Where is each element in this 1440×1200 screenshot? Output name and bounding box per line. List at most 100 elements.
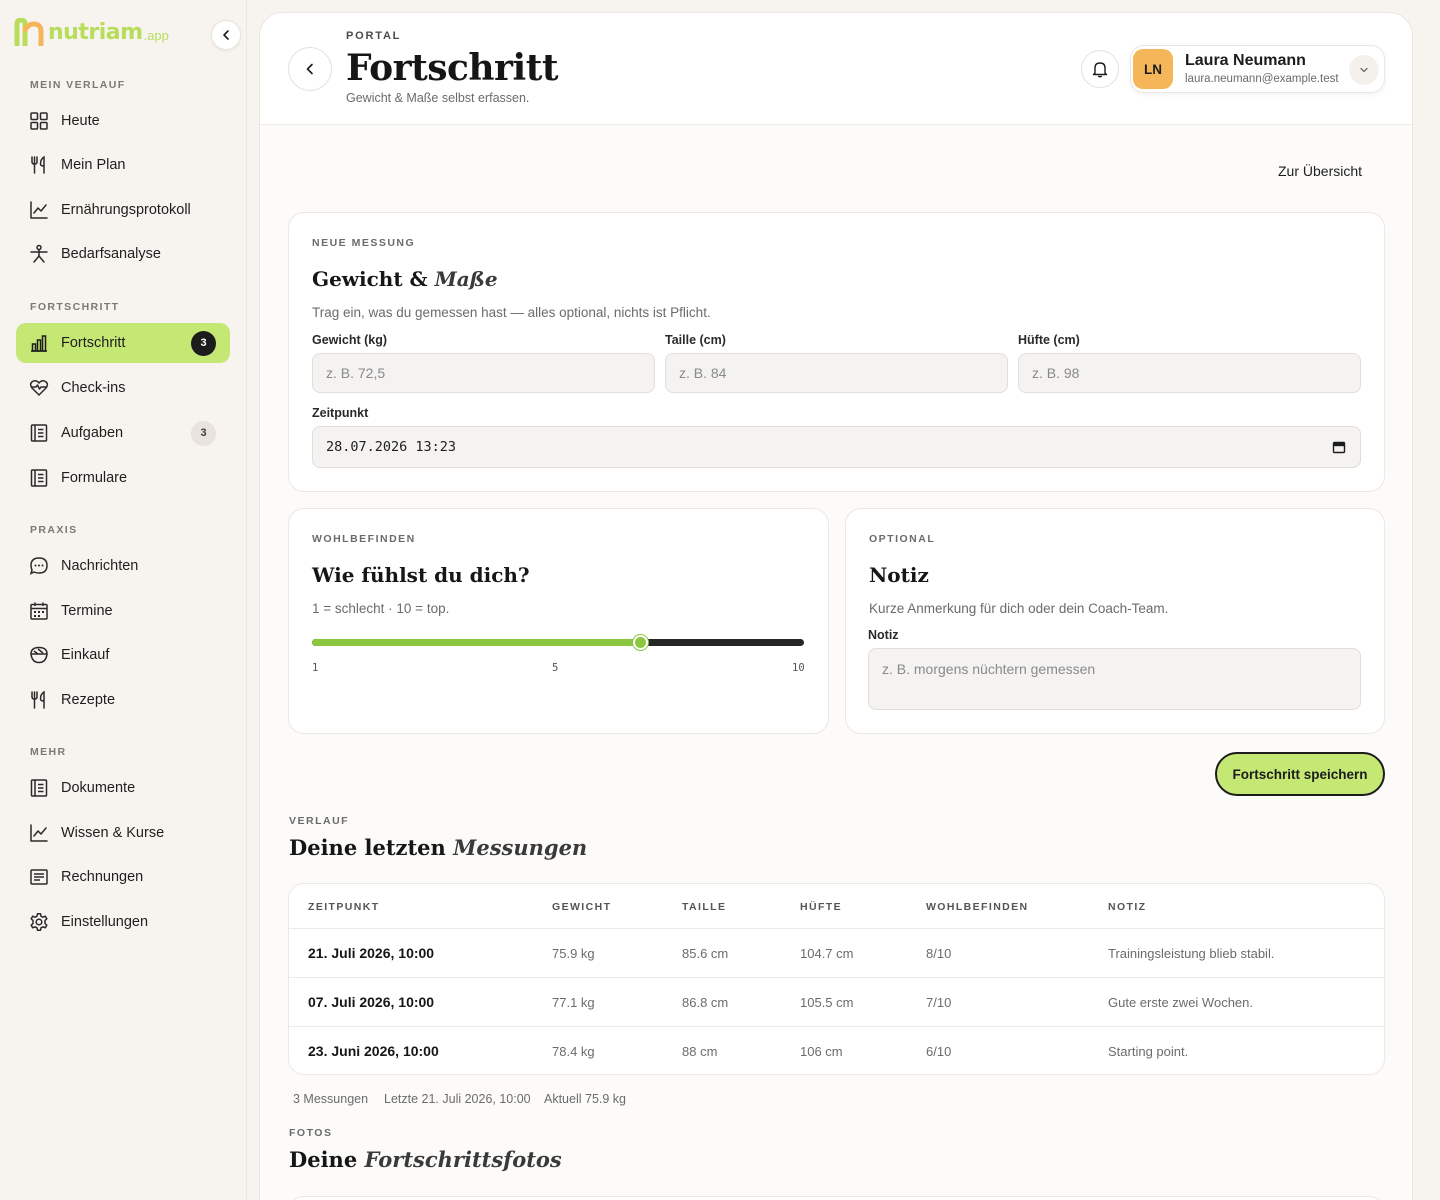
cell-waist: 88 cm [682, 1044, 718, 1059]
chevron-left-icon [306, 63, 313, 75]
sidebar-item-label: Einkauf [61, 647, 110, 663]
sidebar-item-termine[interactable]: Termine [16, 591, 230, 631]
brand-suffix: .app [143, 28, 169, 43]
history-title-italic: Messungen [453, 835, 588, 860]
column-header: ZEITPUNKT [308, 901, 380, 913]
user-email: laura.neumann@example.test [1185, 73, 1339, 85]
card-title: Wie fühlst du dich? [312, 563, 530, 587]
overview-link[interactable]: Zur Übersicht [1278, 163, 1362, 179]
card-eyebrow: WOHLBEFINDEN [312, 533, 416, 545]
datetime-value: 28.07.2026 13:23 [326, 439, 457, 455]
cell-waist: 85.6 cm [682, 946, 729, 961]
notifications-button[interactable] [1081, 50, 1119, 88]
sidebar-item-rechnungen[interactable]: Rechnungen [16, 857, 230, 897]
sidebar-item-label: Termine [61, 603, 113, 619]
sidebar-item-einstellungen[interactable]: Einstellungen [16, 902, 230, 942]
invoice-icon [30, 869, 48, 885]
column-header: GEWICHT [552, 901, 612, 913]
summary-count: 3 Messungen [293, 1092, 369, 1106]
table-row[interactable]: 07. Juli 2026, 10:00 77.1 kg 86.8 cm 105… [289, 977, 1384, 1026]
wellbeing-slider[interactable] [312, 635, 804, 650]
slider-thumb[interactable] [632, 635, 648, 650]
sidebar-item-check-ins[interactable]: Check-ins [16, 368, 230, 408]
table-row[interactable]: 23. Juni 2026, 10:00 78.4 kg 88 cm 106 c… [289, 1026, 1384, 1074]
sidebar-item-ernaehrungsprotokoll[interactable]: Ernährungsprotokoll [16, 190, 230, 230]
heart-pulse-icon [29, 380, 49, 396]
sidebar-item-heute[interactable]: Heute [16, 101, 230, 141]
page-subtitle: Gewicht & Maße selbst erfassen. [346, 91, 530, 105]
cell-note: Starting point. [1108, 1044, 1189, 1059]
bell-icon [1092, 62, 1108, 78]
nav-section-mehr: MEHR [30, 746, 67, 758]
column-header: WOHLBEFINDEN [926, 901, 1029, 913]
sidebar-item-mein-plan[interactable]: Mein Plan [16, 145, 230, 185]
datetime-input[interactable]: 28.07.2026 13:23 [312, 426, 1361, 468]
person-icon [30, 244, 48, 263]
sidebar-item-bedarfsanalyse[interactable]: Bedarfsanalyse [16, 234, 230, 274]
save-progress-button[interactable]: Fortschritt speichern [1215, 752, 1385, 796]
sidebar-item-label: Bedarfsanalyse [61, 246, 161, 262]
sidebar-item-einkauf[interactable]: Einkauf [16, 635, 230, 675]
photos-title-italic: Fortschrittsfotos [364, 1147, 562, 1172]
sidebar-item-fortschritt[interactable]: Fortschritt 3 [16, 323, 230, 363]
nav-section-mein-verlauf: MEIN VERLAUF [30, 79, 126, 91]
user-menu-toggle[interactable] [1349, 55, 1379, 85]
weight-input[interactable]: z. B. 72,5 [312, 353, 655, 393]
basket-icon [30, 646, 48, 664]
sidebar-item-wissen-kurse[interactable]: Wissen & Kurse [16, 813, 230, 853]
brand-logo[interactable]: nutriam .app [14, 18, 169, 46]
measurements-table: ZEITPUNKT GEWICHT TAILLE HÜFTE WOHLBEFIN… [288, 883, 1385, 1075]
card-description: Trag ein, was du gemessen hast — alles o… [312, 305, 711, 320]
main-panel: PORTAL Fortschritt Gewicht & Maße selbst… [259, 12, 1413, 1200]
sidebar-item-aufgaben[interactable]: Aufgaben 3 [16, 413, 230, 453]
hip-input[interactable]: z. B. 98 [1018, 353, 1361, 393]
sidebar-item-nachrichten[interactable]: Nachrichten [16, 546, 230, 586]
sidebar-item-label: Nachrichten [61, 558, 139, 574]
slider-tick-max: 10 [792, 662, 805, 674]
user-menu[interactable]: LN Laura Neumann laura.neumann@example.t… [1130, 45, 1385, 93]
sidebar-item-label: Heute [61, 113, 100, 129]
cell-waist: 86.8 cm [682, 995, 729, 1010]
cell-hip: 105.5 cm [800, 995, 854, 1010]
history-eyebrow: VERLAUF [289, 815, 350, 827]
cell-weight: 77.1 kg [552, 995, 595, 1010]
waist-input[interactable]: z. B. 84 [665, 353, 1008, 393]
sidebar-item-label: Aufgaben [61, 425, 124, 441]
cell-date: 23. Juni 2026, 10:00 [308, 1043, 439, 1059]
avatar: LN [1133, 49, 1173, 89]
card-eyebrow: OPTIONAL [869, 533, 936, 545]
column-header: TAILLE [682, 901, 727, 913]
cell-weight: 78.4 kg [552, 1044, 595, 1059]
cell-wellbeing: 7/10 [926, 995, 952, 1010]
calendar-icon [30, 602, 48, 620]
nav-section-praxis: PRAXIS [30, 524, 78, 536]
calendar-icon[interactable] [1332, 440, 1346, 454]
note-card: OPTIONAL Notiz Kurze Anmerkung für dich … [845, 508, 1385, 734]
sidebar-item-rezepte[interactable]: Rezepte [16, 680, 230, 720]
cell-hip: 104.7 cm [800, 946, 854, 961]
logo-mark-icon [14, 18, 44, 46]
summary-current: Aktuell 75.9 kg [544, 1092, 626, 1106]
sidebar-item-label: Mein Plan [61, 157, 126, 173]
collapse-sidebar-button[interactable] [211, 20, 241, 50]
table-row[interactable]: 21. Juli 2026, 10:00 75.9 kg 85.6 cm 104… [289, 928, 1384, 977]
slider-tick-mid: 5 [552, 662, 559, 674]
measurement-card: NEUE MESSUNG Gewicht & Maße Trag ein, wa… [288, 212, 1385, 492]
sidebar: nutriam .app MEIN VERLAUF Heute Mein Pla… [0, 0, 247, 1200]
user-name: Laura Neumann [1185, 52, 1306, 69]
cell-note: Trainingsleistung blieb stabil. [1108, 946, 1275, 961]
waist-label: Taille (cm) [665, 333, 726, 347]
card-title-plain: Gewicht & [312, 267, 435, 291]
sidebar-item-formulare[interactable]: Formulare [16, 458, 230, 498]
sidebar-item-dokumente[interactable]: Dokumente [16, 768, 230, 808]
page-eyebrow: PORTAL [346, 30, 402, 42]
back-button[interactable] [288, 47, 332, 91]
card-description: 1 = schlecht · 10 = top. [312, 601, 450, 616]
sidebar-item-label: Formulare [61, 470, 128, 486]
card-title-italic: Maße [434, 267, 498, 291]
fork-knife-icon [31, 155, 45, 174]
card-title: Notiz [869, 563, 929, 587]
note-textarea[interactable]: z. B. morgens nüchtern gemessen [868, 648, 1361, 710]
slider-tick-min: 1 [312, 662, 319, 674]
note-label: Notiz [868, 628, 899, 642]
